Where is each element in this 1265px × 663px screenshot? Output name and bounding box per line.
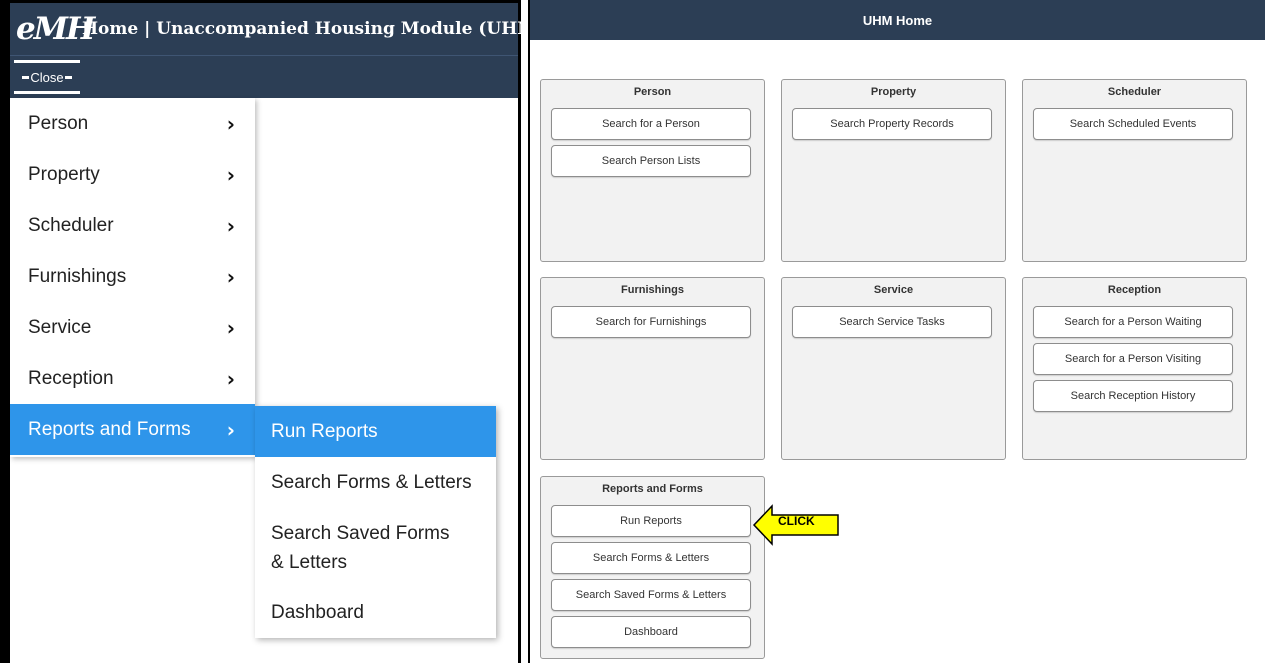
menu-item-scheduler[interactable]: Scheduler › xyxy=(10,200,255,251)
card-title: Service xyxy=(873,284,914,296)
chevron-right-icon: › xyxy=(226,315,235,340)
search-for-furnishings-button[interactable]: Search for Furnishings xyxy=(551,306,751,338)
card-title: Reports and Forms xyxy=(602,483,703,495)
menu-item-label: Person xyxy=(28,112,89,134)
close-label: Close xyxy=(30,69,64,85)
menu-item-furnishings[interactable]: Furnishings › xyxy=(10,251,255,302)
chevron-right-icon: › xyxy=(226,111,235,136)
menu-item-label: Scheduler xyxy=(28,214,114,236)
card-service: Service Search Service Tasks xyxy=(781,277,1006,460)
submenu-item-label: Dashboard xyxy=(271,601,364,623)
search-for-person-button[interactable]: Search for a Person xyxy=(551,108,751,140)
card-property: Property Search Property Records xyxy=(781,79,1006,262)
chevron-right-icon: › xyxy=(226,366,235,391)
search-reception-history-button[interactable]: Search Reception History xyxy=(1033,380,1233,412)
navigation-panel: eMH Home | Unaccompanied Housing Module … xyxy=(0,0,544,663)
submenu-item-label: Search Saved Forms & Letters xyxy=(271,522,450,573)
close-bar: Close xyxy=(10,55,518,98)
menu-item-label: Property xyxy=(28,163,100,185)
menu-item-label: Service xyxy=(28,316,92,338)
menu-item-label: Reception xyxy=(28,367,114,389)
dash-icon xyxy=(22,75,30,79)
card-title: Property xyxy=(870,86,917,98)
submenu-item-dashboard[interactable]: Dashboard xyxy=(255,587,496,638)
menu-item-reports-and-forms[interactable]: Reports and Forms › xyxy=(10,404,255,455)
dash-icon xyxy=(64,75,72,79)
chevron-right-icon: › xyxy=(226,213,235,238)
card-scheduler: Scheduler Search Scheduled Events xyxy=(1022,79,1247,262)
chevron-right-icon: › xyxy=(226,162,235,187)
app-title: Home | Unaccompanied Housing Module (UHM… xyxy=(82,19,545,39)
search-person-lists-button[interactable]: Search Person Lists xyxy=(551,145,751,177)
click-callout-label: CLICK xyxy=(778,514,815,528)
close-menu-button[interactable]: Close xyxy=(14,60,80,94)
search-person-waiting-button[interactable]: Search for a Person Waiting xyxy=(1033,306,1233,338)
card-title: Reception xyxy=(1107,284,1162,296)
reports-submenu: Run Reports Search Forms & Letters Searc… xyxy=(255,406,496,638)
search-service-tasks-button[interactable]: Search Service Tasks xyxy=(792,306,992,338)
chevron-right-icon: › xyxy=(226,417,235,442)
search-person-visiting-button[interactable]: Search for a Person Visiting xyxy=(1033,343,1233,375)
card-grid: Person Search for a Person Search Person… xyxy=(530,40,1265,663)
chevron-right-icon: › xyxy=(226,264,235,289)
search-saved-forms-letters-button[interactable]: Search Saved Forms & Letters xyxy=(551,579,751,611)
menu-item-label: Furnishings xyxy=(28,265,127,287)
menu-item-label: Reports and Forms xyxy=(28,418,191,440)
submenu-item-run-reports[interactable]: Run Reports xyxy=(255,406,496,457)
submenu-item-search-forms-letters[interactable]: Search Forms & Letters xyxy=(255,457,496,508)
submenu-item-label: Run Reports xyxy=(271,420,378,442)
card-person: Person Search for a Person Search Person… xyxy=(540,79,765,262)
card-reports-and-forms: Reports and Forms Run Reports Search For… xyxy=(540,476,765,659)
submenu-item-label: Search Forms & Letters xyxy=(271,471,472,493)
submenu-item-search-saved-forms-letters[interactable]: Search Saved Forms & Letters xyxy=(255,508,475,587)
search-property-records-button[interactable]: Search Property Records xyxy=(792,108,992,140)
card-title: Person xyxy=(633,86,672,98)
card-furnishings: Furnishings Search for Furnishings xyxy=(540,277,765,460)
dashboard-button[interactable]: Dashboard xyxy=(551,616,751,648)
menu-item-service[interactable]: Service › xyxy=(10,302,255,353)
menu-item-property[interactable]: Property › xyxy=(10,149,255,200)
search-scheduled-events-button[interactable]: Search Scheduled Events xyxy=(1033,108,1233,140)
card-title: Furnishings xyxy=(621,284,684,296)
card-reception: Reception Search for a Person Waiting Se… xyxy=(1022,277,1247,460)
card-title: Scheduler xyxy=(1107,86,1162,98)
run-reports-button[interactable]: Run Reports xyxy=(551,505,751,537)
menu-item-reception[interactable]: Reception › xyxy=(10,353,255,404)
uhm-home-panel: UHM Home Person Search for a Person Sear… xyxy=(528,0,1265,663)
main-menu: Person › Property › Scheduler › Furnishi… xyxy=(10,98,255,457)
page-title: UHM Home xyxy=(862,12,933,28)
app-header: eMH Home | Unaccompanied Housing Module … xyxy=(10,3,544,55)
uhm-home-header: UHM Home xyxy=(530,0,1265,40)
search-forms-letters-button[interactable]: Search Forms & Letters xyxy=(551,542,751,574)
emh-logo: eMH xyxy=(16,11,95,47)
menu-item-person[interactable]: Person › xyxy=(10,98,255,149)
